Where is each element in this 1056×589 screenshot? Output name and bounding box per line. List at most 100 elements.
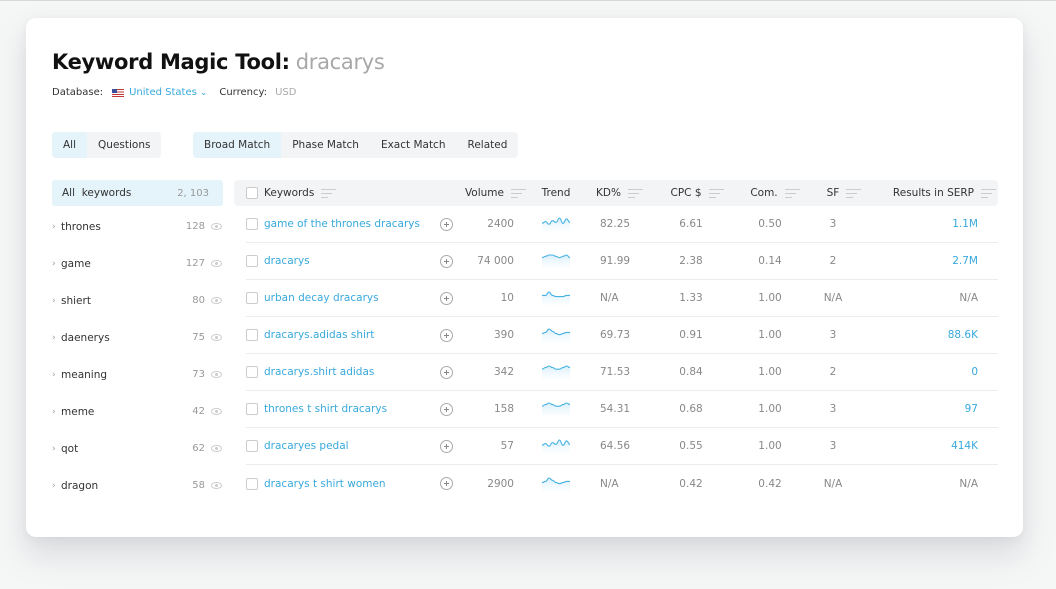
serp-results[interactable]: 97 [965, 403, 978, 415]
database-select[interactable]: United States [129, 87, 197, 98]
cell-add [434, 477, 458, 490]
sort-icon[interactable] [784, 188, 800, 198]
eye-icon[interactable] [211, 260, 222, 267]
filter-broad-match[interactable]: Broad Match [193, 132, 282, 158]
chevron-right-icon[interactable]: › [52, 259, 61, 269]
cell-sf: 2 [829, 255, 837, 267]
row-checkbox[interactable] [246, 477, 258, 490]
sort-icon[interactable] [846, 188, 862, 198]
sort-icon[interactable] [708, 188, 724, 198]
group-count: 127 [185, 258, 205, 269]
eye-icon[interactable] [211, 445, 222, 452]
group-name: game [61, 257, 91, 270]
eye-icon[interactable] [211, 297, 222, 304]
eye-icon[interactable] [211, 408, 222, 415]
trend-sparkline [541, 217, 571, 234]
trend-area [542, 366, 570, 382]
col-trend-label: Trend [541, 187, 571, 199]
col-sf: SF [814, 187, 874, 199]
chevron-right-icon[interactable]: › [52, 222, 61, 232]
add-to-list-icon[interactable] [439, 254, 453, 268]
sort-icon[interactable] [627, 188, 643, 198]
keyword-group-item[interactable]: › dragon 58 [52, 467, 223, 504]
eye-icon[interactable] [211, 482, 222, 489]
add-to-list-icon[interactable] [439, 291, 453, 305]
eye-icon[interactable] [211, 223, 222, 230]
cell-keyword: game of the thrones dracarys [246, 218, 434, 230]
cell-keyword: dracarys [246, 255, 434, 267]
keyword-group-item[interactable]: › meaning 73 [52, 356, 223, 393]
table-row: urban decay dracarys 10 N/A 1.33 1.00 N/A N/A [246, 280, 998, 317]
cell-cpc: 0.84 [679, 366, 703, 378]
keyword-link[interactable]: thrones t shirt dracarys [264, 403, 387, 415]
keyword-link[interactable]: game of the thrones dracarys [264, 218, 420, 230]
keyword-link[interactable]: dracarys t shirt women [264, 478, 386, 490]
row-checkbox[interactable] [246, 255, 258, 267]
cell-kd: 82.25 [600, 218, 631, 230]
add-to-list-icon[interactable] [439, 402, 453, 416]
serp-results[interactable]: 2.7M [952, 255, 978, 267]
sort-icon[interactable] [511, 188, 526, 198]
filter-exact-match[interactable]: Exact Match [370, 132, 457, 158]
serp-results[interactable]: 88.6K [948, 329, 978, 341]
keyword-link[interactable]: dracarys [264, 255, 310, 267]
chevron-right-icon[interactable]: › [52, 481, 61, 491]
add-to-list-icon[interactable] [439, 477, 453, 490]
keyword-link[interactable]: dracarys.adidas shirt [264, 329, 374, 341]
row-checkbox[interactable] [246, 218, 258, 230]
keyword-group-item[interactable]: › game 127 [52, 245, 223, 282]
eye-icon[interactable] [211, 334, 222, 341]
select-all-checkbox[interactable] [246, 187, 258, 199]
filter-related[interactable]: Related [457, 132, 519, 158]
cell-com: 1.00 [758, 440, 782, 452]
table-row: dracarys.shirt adidas 342 71.53 0.84 1.00 2 0 [246, 354, 998, 391]
serp-results[interactable]: 1.1M [952, 218, 978, 230]
cell-cpc: 0.91 [679, 329, 703, 341]
chevron-right-icon[interactable]: › [52, 407, 61, 417]
chevron-right-icon[interactable]: › [52, 444, 61, 454]
cell-kd: N/A [600, 477, 619, 490]
add-to-list-icon[interactable] [439, 217, 453, 231]
sort-icon[interactable] [981, 188, 996, 198]
filter-all[interactable]: All [52, 132, 88, 158]
keyword-group-item[interactable]: › meme 42 [52, 393, 223, 430]
keyword-link[interactable]: dracaryes pedal [264, 440, 349, 452]
add-to-list-icon[interactable] [439, 439, 453, 453]
group-name: qot [61, 442, 79, 455]
row-checkbox[interactable] [246, 329, 258, 341]
col-com-label: Com. [750, 187, 778, 199]
chevron-down-icon[interactable]: ⌄ [200, 88, 208, 98]
keyword-group-item[interactable]: › qot 62 [52, 430, 223, 467]
sidebar-all-keywords[interactable]: All keywords 2, 103 [52, 180, 223, 206]
eye-icon[interactable] [211, 371, 222, 378]
cell-kd: 69.73 [600, 329, 631, 341]
cell-volume: 158 [493, 403, 514, 415]
sort-icon[interactable] [321, 188, 337, 198]
filter-questions[interactable]: Questions [87, 132, 161, 158]
keyword-link[interactable]: urban decay dracarys [264, 292, 379, 304]
trend-sparkline [541, 476, 570, 494]
add-to-list-icon[interactable] [439, 365, 453, 379]
cell-add [434, 217, 458, 231]
filter-phase-match[interactable]: Phase Match [281, 132, 370, 158]
serp-results[interactable]: 414K [951, 440, 978, 452]
cell-com: 0.14 [758, 255, 782, 267]
keyword-group-item[interactable]: › thrones 128 [52, 208, 223, 245]
row-checkbox[interactable] [246, 366, 258, 378]
keyword-link[interactable]: dracarys.shirt adidas [264, 366, 374, 378]
cell-kd: N/A [600, 292, 619, 304]
keyword-group-item[interactable]: › shiert 80 [52, 282, 223, 319]
cell-sf: 3 [829, 403, 837, 415]
row-checkbox[interactable] [246, 403, 258, 415]
serp-results: N/A [959, 292, 978, 304]
cell-sf: N/A [823, 292, 843, 304]
serp-results[interactable]: 0 [971, 366, 978, 378]
keyword-group-item[interactable]: › daenerys 75 [52, 319, 223, 356]
row-checkbox[interactable] [246, 292, 258, 304]
cell-volume: 342 [493, 366, 514, 378]
chevron-right-icon[interactable]: › [52, 370, 61, 380]
chevron-right-icon[interactable]: › [52, 333, 61, 343]
chevron-right-icon[interactable]: › [52, 296, 61, 306]
add-to-list-icon[interactable] [439, 328, 453, 342]
row-checkbox[interactable] [246, 440, 258, 452]
